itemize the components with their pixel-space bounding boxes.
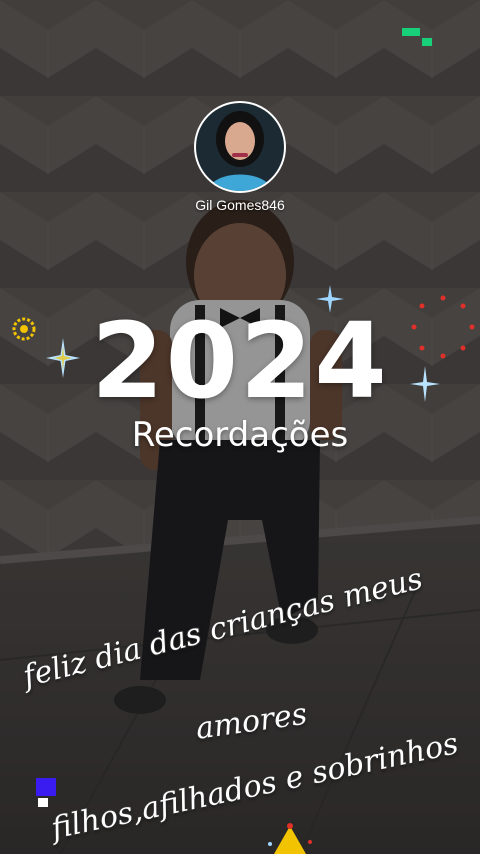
green-pixel-deco xyxy=(402,28,432,46)
memories-title: Recordações xyxy=(131,415,349,455)
profile-avatar[interactable] xyxy=(196,103,284,191)
blue-pixel-deco xyxy=(36,778,56,807)
party-hat-icon xyxy=(268,823,312,854)
memories-year: 2024 xyxy=(91,300,389,422)
avatar-photo xyxy=(196,103,284,191)
profile-username[interactable]: Gil Gomes846 xyxy=(0,197,480,213)
memory-story-screen: Gil Gomes846 2024 Recordações feliz dia … xyxy=(0,0,480,854)
